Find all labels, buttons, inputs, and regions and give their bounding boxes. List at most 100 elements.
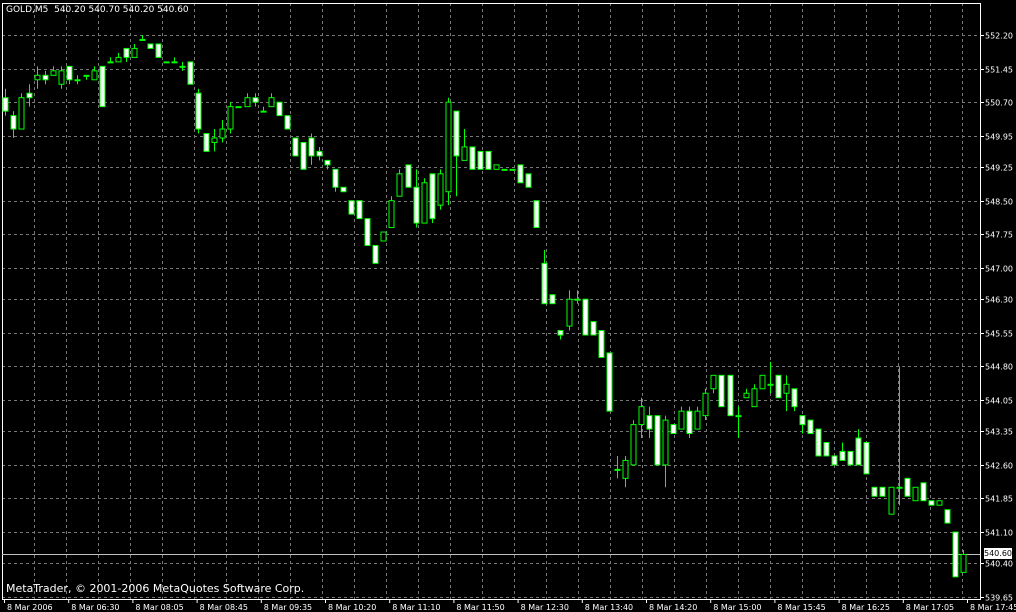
candle	[50, 66, 57, 76]
candle	[815, 428, 822, 457]
current-price-tag: 540.60	[984, 548, 1012, 559]
symbol-timeframe: GOLD,M5	[6, 5, 49, 15]
candle	[348, 200, 355, 215]
candle	[590, 321, 597, 336]
candle	[380, 231, 387, 242]
price-axis-label: 546.30	[985, 296, 1013, 305]
candle	[646, 406, 653, 439]
time-axis-label: 8 Mar 14:20	[649, 603, 697, 612]
candle	[702, 388, 709, 421]
time-axis-label: 8 Mar 11:50	[456, 603, 504, 612]
candle	[920, 482, 927, 502]
candle	[686, 406, 693, 439]
candle	[888, 486, 895, 515]
chart-window[interactable]: 552.20 551.45 550.70 549.95 549.25 548.50 547.…	[0, 0, 1016, 612]
candle	[759, 374, 766, 390]
time-axis-label: 8 Mar 11:10	[392, 603, 440, 612]
candle	[670, 424, 677, 435]
candle	[839, 442, 846, 461]
candle	[252, 93, 259, 107]
candle	[582, 298, 589, 336]
candle	[485, 150, 492, 170]
time-axis-label: 8 Mar 09:35	[264, 603, 312, 612]
candle	[783, 375, 790, 412]
price-axis-label: 544.05	[985, 397, 1013, 406]
candle	[405, 164, 412, 188]
candle	[115, 52, 122, 63]
candle	[662, 415, 669, 488]
candle	[871, 486, 878, 497]
candle	[936, 500, 943, 506]
candle	[18, 93, 25, 130]
candle	[710, 374, 717, 394]
candlestick-chart[interactable]: 552.20 551.45 550.70 549.95 549.25 548.50 547.…	[0, 0, 1016, 612]
candle	[831, 455, 838, 466]
candle	[147, 43, 154, 49]
copyright-text: MetaTrader, © 2001-2006 MetaQuotes Softw…	[6, 582, 305, 595]
candle	[171, 57, 178, 64]
price-axis-label: 545.55	[985, 330, 1013, 339]
candle	[952, 531, 959, 578]
candle	[912, 486, 919, 502]
price-axis-label: 548.50	[985, 198, 1013, 207]
time-axis-label: 8 Mar 08:05	[135, 603, 183, 612]
candle	[388, 196, 395, 229]
time-axis-label: 8 Mar 2006	[7, 603, 53, 612]
candle	[614, 455, 621, 479]
candle	[227, 102, 234, 134]
time-axis-label: 8 Mar 15:45	[777, 603, 825, 612]
candle	[396, 169, 403, 197]
axis-labels: 552.20 551.45 550.70 549.95 549.25 548.50 547.…	[7, 32, 1016, 612]
price-axis-label: 541.85	[985, 495, 1013, 504]
candle	[91, 66, 98, 81]
candle	[557, 330, 564, 340]
candle	[509, 168, 516, 171]
candle	[332, 168, 339, 192]
candle	[863, 442, 870, 475]
candle	[268, 93, 275, 108]
candle	[501, 168, 508, 171]
candle	[944, 509, 951, 524]
candle	[107, 57, 114, 64]
candle	[2, 88, 9, 116]
candle	[879, 486, 886, 497]
candle	[155, 43, 162, 58]
time-axis-label: 8 Mar 10:20	[328, 603, 376, 612]
candle	[549, 294, 556, 305]
candle	[533, 200, 540, 229]
candle	[437, 169, 444, 210]
candle	[928, 500, 935, 506]
candle	[541, 249, 548, 305]
candle	[421, 178, 428, 224]
candle	[598, 330, 605, 358]
candle	[260, 106, 267, 113]
candle	[799, 415, 806, 434]
time-axis-label: 8 Mar 13:40	[585, 603, 633, 612]
candle	[66, 65, 73, 85]
price-axis-label: 541.10	[985, 529, 1013, 538]
candle	[453, 110, 460, 197]
price-axis-label: 543.35	[985, 428, 1013, 437]
candle	[678, 406, 685, 430]
candle	[461, 129, 468, 161]
candle	[429, 173, 436, 224]
candle	[477, 150, 484, 170]
candle	[203, 133, 210, 152]
time-axis-label: 8 Mar 06:30	[71, 603, 119, 612]
candle	[606, 352, 613, 412]
candle	[493, 164, 500, 170]
candle	[10, 111, 17, 138]
candle	[855, 429, 862, 466]
candle	[211, 129, 218, 152]
candle	[276, 101, 283, 117]
candle	[445, 97, 452, 206]
time-axis-label: 8 Mar 17:45	[970, 603, 1016, 612]
candle	[525, 173, 532, 188]
price-axis-label: 542.60	[985, 462, 1013, 471]
candle	[364, 218, 371, 246]
candle	[896, 366, 903, 506]
candle	[775, 374, 782, 399]
candle	[694, 406, 701, 430]
candle	[654, 415, 661, 466]
candle	[244, 93, 251, 108]
